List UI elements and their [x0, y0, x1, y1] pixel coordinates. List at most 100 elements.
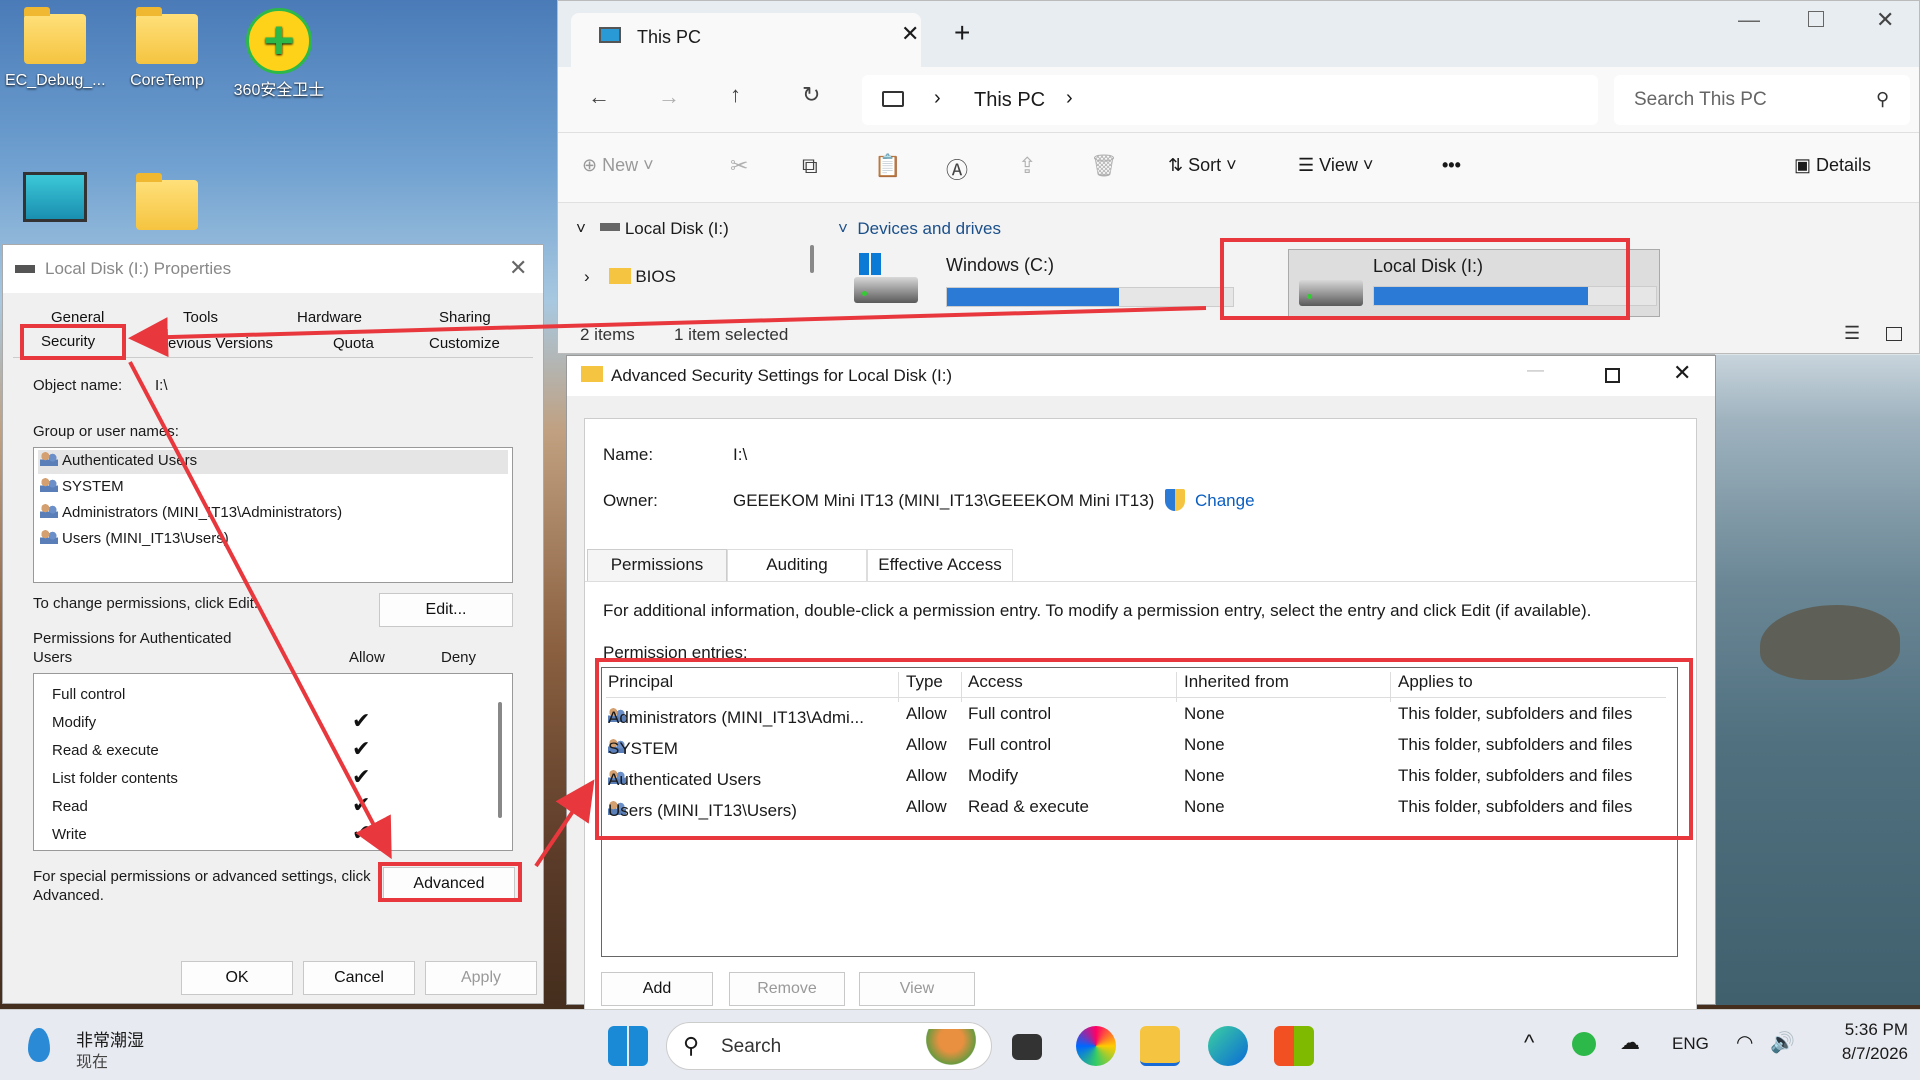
close-icon[interactable]: ✕ — [509, 255, 527, 281]
tree-item-local-disk-i[interactable]: ˅ Local Disk (I:) — [576, 219, 729, 239]
close-window-icon[interactable]: ✕ — [1876, 7, 1894, 33]
desktop-icon-this-pc[interactable] — [5, 172, 105, 222]
tab-sharing[interactable]: Sharing — [439, 309, 491, 326]
list-item[interactable]: Users (MINI_IT13\Users) — [38, 528, 231, 549]
360-tray-icon[interactable] — [1572, 1032, 1596, 1056]
refresh-icon[interactable]: ↻ — [802, 82, 820, 108]
minimize-icon[interactable]: — — [1738, 7, 1760, 33]
list-view-icon[interactable]: ☰ — [1844, 323, 1860, 344]
details-button[interactable]: ▣ Details — [1794, 155, 1871, 176]
delete-icon[interactable]: 🗑 — [1090, 153, 1118, 179]
tab-divider — [585, 581, 1696, 582]
list-item[interactable]: Authenticated Users — [38, 450, 508, 474]
task-view-icon[interactable] — [1012, 1034, 1042, 1060]
special-permissions-text: For special permissions or advanced sett… — [33, 868, 371, 904]
perm-list-folder: List folder contents — [52, 770, 178, 787]
humidity-icon — [28, 1028, 50, 1062]
checkmark-icon: ✔ — [352, 708, 371, 733]
change-owner-link[interactable]: Change — [1195, 491, 1255, 511]
desktop-icon-ec-debug[interactable]: EC_Debug_... — [5, 7, 106, 90]
tab-quota[interactable]: Quota — [333, 335, 374, 352]
users-icon — [40, 478, 58, 492]
tab-permissions[interactable]: Permissions — [587, 549, 727, 581]
add-button[interactable]: Add — [601, 972, 713, 1006]
start-icon[interactable] — [608, 1026, 648, 1066]
onedrive-offline-icon[interactable]: ☁ — [1620, 1030, 1640, 1055]
tree-item-label: BIOS — [635, 267, 676, 286]
tile-view-icon[interactable] — [1886, 327, 1902, 341]
language-indicator[interactable]: ENG — [1672, 1034, 1709, 1054]
close-icon[interactable]: ✕ — [1673, 360, 1691, 386]
copy-icon[interactable]: ⧉ — [802, 153, 818, 179]
share-icon[interactable]: ⇪ — [1018, 153, 1036, 179]
remove-button[interactable]: Remove — [729, 972, 845, 1006]
chevron-right-icon[interactable]: › — [1066, 87, 1073, 110]
address-bar[interactable]: › This PC › — [862, 75, 1598, 125]
cut-icon[interactable]: ✂ — [730, 153, 748, 179]
new-tab-icon[interactable]: + — [954, 17, 970, 49]
info-text: For additional information, double-click… — [603, 601, 1592, 620]
tab-hardware[interactable]: Hardware — [297, 309, 362, 326]
desktop-icon-coretemp[interactable]: CoreTemp — [117, 7, 217, 90]
list-item[interactable]: SYSTEM — [38, 476, 126, 497]
close-icon[interactable]: ✕ — [901, 21, 919, 47]
more-options-button[interactable]: ••• — [1442, 155, 1461, 176]
forward-icon[interactable]: → — [658, 84, 680, 110]
list-item[interactable]: Administrators (MINI_IT13\Administrators… — [38, 502, 344, 523]
clock[interactable]: 5:36 PM 8/7/2026 — [1818, 1020, 1908, 1064]
file-explorer-icon[interactable] — [1140, 1026, 1180, 1066]
navigation-pane: ˅ Local Disk (I:) › BIOS — [558, 205, 814, 309]
chevron-up-icon[interactable]: ^ — [1524, 1030, 1534, 1056]
scrollbar[interactable] — [498, 702, 502, 818]
user-list[interactable]: Authenticated Users SYSTEM Administrator… — [33, 447, 513, 583]
address-segment-this-pc[interactable]: This PC — [974, 89, 1045, 112]
search-box[interactable]: Search This PC ⚲ — [1614, 75, 1910, 125]
edit-button[interactable]: Edit... — [379, 593, 513, 627]
wallpaper-rock — [1760, 605, 1900, 680]
weather-widget[interactable]: 非常潮湿 现在 — [24, 1022, 184, 1071]
search-input[interactable]: Search This PC — [1634, 89, 1767, 111]
ok-button[interactable]: OK — [181, 961, 293, 995]
explorer-navbar: ← → ↑ ↻ › This PC › Search This PC ⚲ — [558, 67, 1919, 133]
chevron-right-icon: › — [934, 87, 941, 109]
status-item-count: 2 items — [580, 325, 635, 344]
view-button[interactable]: ☰ View ˅ — [1298, 155, 1373, 176]
nav-scrollbar[interactable] — [810, 245, 814, 273]
copilot-icon[interactable] — [1076, 1026, 1116, 1066]
minimize-icon[interactable]: — — [1527, 360, 1544, 380]
sort-button[interactable]: ⇅ Sort ˅ — [1168, 155, 1237, 176]
desktop-icon-label: CoreTemp — [130, 72, 204, 89]
up-icon[interactable]: ↑ — [730, 82, 741, 108]
new-button[interactable]: ⊕ New ˅ — [582, 155, 654, 176]
rename-icon[interactable]: Ⓐ — [946, 153, 968, 185]
desktop-icon-folder[interactable] — [117, 173, 217, 238]
tab-this-pc[interactable]: This PC ✕ — [571, 13, 921, 67]
taskbar-search[interactable]: ⚲ Search — [666, 1022, 992, 1070]
back-icon[interactable]: ← — [588, 84, 610, 110]
maximize-icon[interactable] — [1808, 11, 1824, 27]
chevron-down-icon: ˅ — [576, 219, 586, 238]
apply-button[interactable]: Apply — [425, 961, 537, 995]
tab-previous-versions[interactable]: Previous Versions — [153, 335, 273, 352]
tree-item-bios[interactable]: › BIOS — [584, 267, 676, 287]
cancel-button[interactable]: Cancel — [303, 961, 415, 995]
edge-icon[interactable] — [1208, 1026, 1248, 1066]
maximize-icon[interactable] — [1605, 368, 1620, 383]
clock-date: 8/7/2026 — [1841, 1044, 1908, 1063]
tab-effective-access[interactable]: Effective Access — [867, 549, 1013, 581]
drive-tile-windows-c[interactable]: Windows (C:) — [854, 249, 1234, 309]
section-header-devices[interactable]: ˅ Devices and drives — [838, 219, 1001, 239]
paste-icon[interactable]: 📋 — [874, 153, 901, 179]
name-value[interactable]: I:\ — [733, 445, 747, 465]
tab-tools[interactable]: Tools — [183, 309, 218, 326]
tab-customize[interactable]: Customize — [429, 335, 500, 352]
view-button[interactable]: View — [859, 972, 975, 1006]
store-icon[interactable] — [1274, 1026, 1314, 1066]
tab-auditing[interactable]: Auditing — [727, 549, 867, 581]
wifi-icon[interactable]: ◠ — [1736, 1030, 1753, 1055]
section-header-label: Devices and drives — [857, 219, 1001, 238]
desktop-icon-360[interactable]: + 360安全卫士 — [229, 8, 329, 100]
volume-icon[interactable]: 🔊 — [1770, 1030, 1795, 1055]
sort-label: Sort — [1188, 155, 1222, 175]
desktop-icon-label: EC_Debug_... — [5, 72, 106, 89]
